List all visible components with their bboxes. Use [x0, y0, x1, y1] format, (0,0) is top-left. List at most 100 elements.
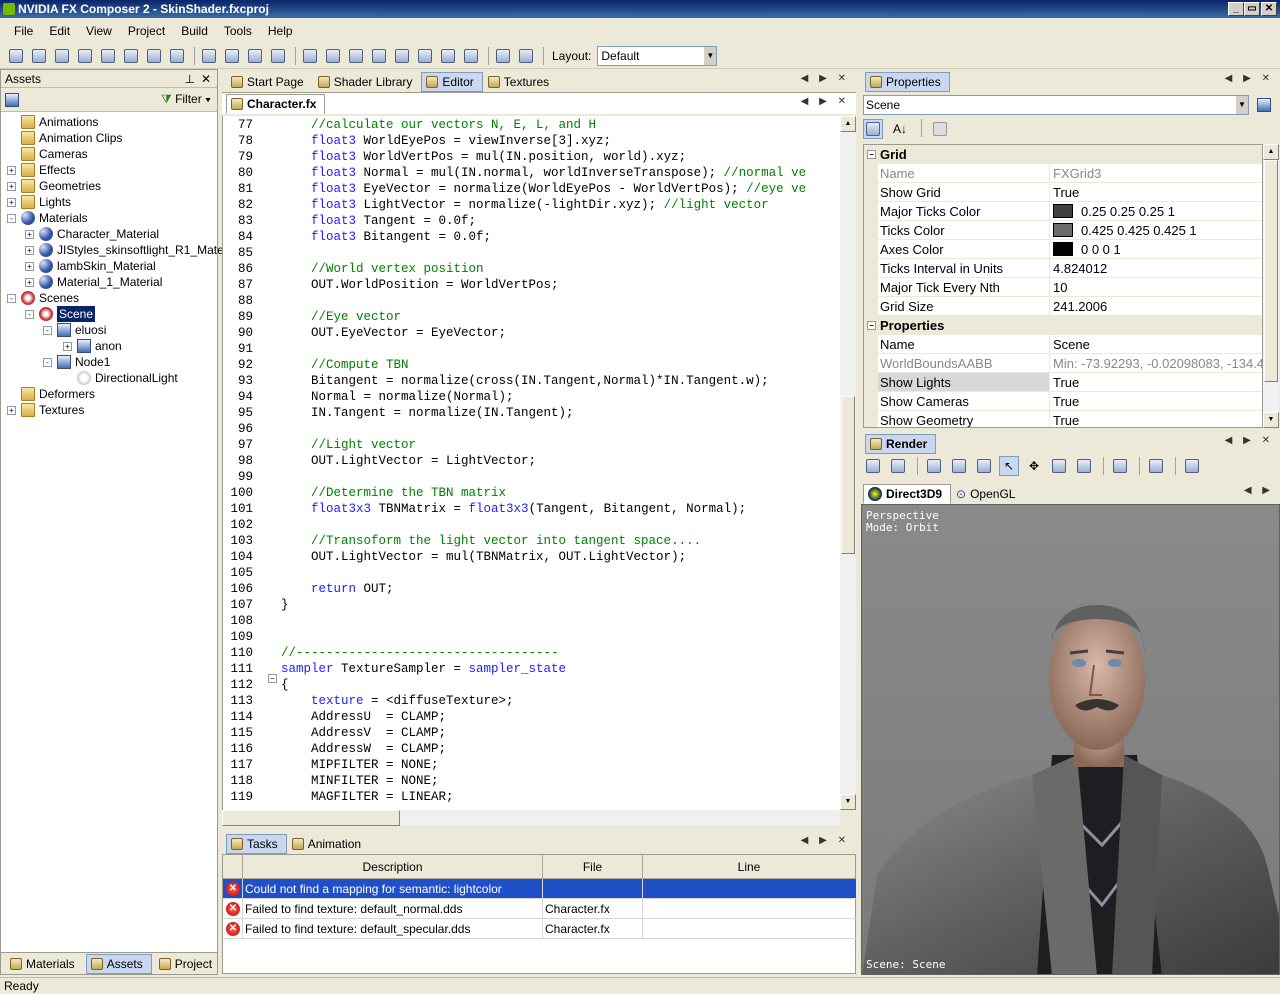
save-all-icon[interactable] [121, 46, 141, 66]
select-cursor-icon[interactable]: ↖ [999, 456, 1019, 476]
frame-all-icon[interactable] [974, 456, 994, 476]
expand-icon[interactable]: + [25, 229, 34, 239]
collapse-icon[interactable]: - [25, 309, 34, 319]
property-value-cell[interactable]: True [1050, 392, 1262, 410]
hscroll-thumb[interactable] [222, 810, 400, 826]
task-row[interactable]: ✕ Could not find a mapping for semantic: … [223, 879, 856, 899]
layout-dropdown[interactable]: Default ▼ [597, 45, 718, 66]
light-spot-icon[interactable] [438, 46, 458, 66]
property-row[interactable]: Name Scene [878, 335, 1262, 354]
expand-icon[interactable]: + [7, 181, 16, 191]
property-category[interactable]: − Properties [864, 316, 1262, 335]
tasks-nav-controls[interactable]: ◀ ▶ ✕ [801, 835, 850, 846]
restore-button[interactable]: ▭ [1244, 2, 1260, 16]
tab-textures[interactable]: Textures [483, 72, 558, 92]
col-line[interactable]: Line [643, 855, 855, 878]
tab-assets[interactable]: Assets [85, 953, 152, 974]
tree-item[interactable]: Deformers [21, 386, 95, 402]
tree-item[interactable]: - eluosi [43, 322, 106, 338]
property-category[interactable]: − Grid [864, 145, 1262, 164]
light-dir-icon[interactable] [461, 46, 481, 66]
property-value-cell[interactable]: Min: -73.92293, -0.02098083, -134.4 [1050, 354, 1262, 372]
sphere-icon[interactable] [300, 46, 320, 66]
tab-project[interactable]: Project [154, 954, 221, 974]
expand-icon[interactable]: + [25, 261, 34, 271]
tree-item[interactable]: + Geometries [7, 178, 101, 194]
undo-icon[interactable] [144, 46, 164, 66]
renderer-nav-controls[interactable]: ◀ ▶ [1244, 485, 1274, 496]
property-row[interactable]: Name FXGrid3 [878, 164, 1262, 183]
collapse-icon[interactable]: - [43, 357, 52, 367]
close-icon[interactable]: ✕ [201, 70, 211, 88]
collapse-icon[interactable]: - [7, 293, 16, 303]
tab-animation[interactable]: Animation [287, 834, 370, 854]
properties-scrollbar[interactable]: ▲ ▼ [1263, 144, 1279, 428]
menu-file[interactable]: File [6, 24, 41, 38]
copy-icon[interactable] [52, 46, 72, 66]
col-file[interactable]: File [543, 855, 643, 878]
categorized-icon[interactable] [863, 119, 883, 139]
properties-nav-controls[interactable]: ◀ ▶ ✕ [1225, 73, 1274, 84]
minimize-button[interactable]: _ [1228, 2, 1244, 16]
property-row[interactable]: Ticks Interval in Units 4.824012 [878, 259, 1262, 278]
property-value-cell[interactable]: True [1050, 373, 1262, 391]
tree-item[interactable]: + Material_1_Material [25, 274, 162, 290]
save-icon[interactable] [98, 46, 118, 66]
col-description[interactable]: Description [243, 855, 543, 878]
property-row[interactable]: Show Lights True [878, 373, 1262, 392]
property-value-cell[interactable]: 0 0 0 1 [1050, 240, 1262, 258]
scroll-up-arrow[interactable]: ▲ [1263, 144, 1279, 160]
tab-opengl[interactable]: ⊙ OpenGL [951, 484, 1024, 504]
pin-icon[interactable]: ⊥ [185, 70, 195, 88]
add-asset-icon[interactable] [5, 93, 19, 107]
render-viewport[interactable]: Perspective Mode: Orbit Scene: Scene [861, 504, 1280, 975]
menu-help[interactable]: Help [260, 24, 301, 38]
tree-item[interactable]: - Node1 [43, 354, 110, 370]
expand-icon[interactable]: + [63, 341, 72, 351]
tab-character-fx[interactable]: Character.fx [226, 94, 326, 114]
tree-item[interactable]: + anon [63, 338, 122, 354]
tab-nav-controls[interactable]: ◀ ▶ ✕ [801, 73, 850, 84]
layout-split-icon[interactable] [1182, 456, 1202, 476]
filter-button[interactable]: ⧩ Filter ▾ [161, 92, 211, 107]
property-value-cell[interactable]: 0.425 0.425 0.425 1 [1050, 221, 1262, 239]
scene-icon[interactable] [392, 46, 412, 66]
new-icon[interactable] [6, 46, 26, 66]
property-row[interactable]: WorldBoundsAABB Min: -73.92293, -0.020980… [878, 354, 1262, 373]
file-tab-nav-controls[interactable]: ◀ ▶ ✕ [801, 96, 850, 107]
chevron-down-icon[interactable]: ▼ [1236, 96, 1248, 114]
tab-materials[interactable]: Materials [5, 954, 84, 974]
tree-item[interactable]: - Scenes [7, 290, 79, 306]
tab-properties[interactable]: Properties [865, 72, 950, 92]
grid-icon[interactable] [493, 46, 513, 66]
property-value-cell[interactable]: 0.25 0.25 0.25 1 [1050, 202, 1262, 220]
fold-toggle[interactable]: − [268, 674, 277, 683]
chevron-down-icon[interactable]: ▼ [704, 46, 717, 65]
teapot-icon[interactable] [369, 46, 389, 66]
property-value-cell[interactable]: True [1050, 183, 1262, 201]
tree-item[interactable]: Animations [21, 114, 98, 130]
property-pages-icon[interactable] [1257, 98, 1271, 112]
property-value-cell[interactable]: True [1050, 411, 1262, 428]
code-editor[interactable]: 77 //calculate our vectors N, E, L, and … [222, 116, 840, 810]
tree-item[interactable]: + lambSkin_Material [25, 258, 156, 274]
property-row[interactable]: Ticks Color 0.425 0.425 0.425 1 [878, 221, 1262, 240]
copy-clip-icon[interactable] [222, 46, 242, 66]
expand-icon[interactable]: + [25, 245, 34, 255]
rotate-icon[interactable] [1049, 456, 1069, 476]
frame-icon[interactable] [924, 456, 944, 476]
scroll-up-arrow[interactable]: ▲ [840, 116, 856, 132]
menu-view[interactable]: View [78, 24, 120, 38]
property-pages-toolbar-icon[interactable] [930, 119, 950, 139]
tree-item[interactable]: + Textures [7, 402, 84, 418]
menu-build[interactable]: Build [173, 24, 216, 38]
paste-icon[interactable] [245, 46, 265, 66]
property-value-cell[interactable]: 4.824012 [1050, 259, 1262, 277]
collapse-icon[interactable]: − [867, 321, 876, 330]
sort-alpha-icon[interactable]: A↓ [890, 119, 910, 139]
scroll-down-arrow[interactable]: ▼ [840, 794, 856, 810]
property-row[interactable]: Grid Size 241.2006 [878, 297, 1262, 316]
color-swatch[interactable] [1053, 242, 1073, 256]
code-hscrollbar[interactable] [222, 810, 840, 826]
scroll-thumb[interactable] [841, 396, 855, 554]
